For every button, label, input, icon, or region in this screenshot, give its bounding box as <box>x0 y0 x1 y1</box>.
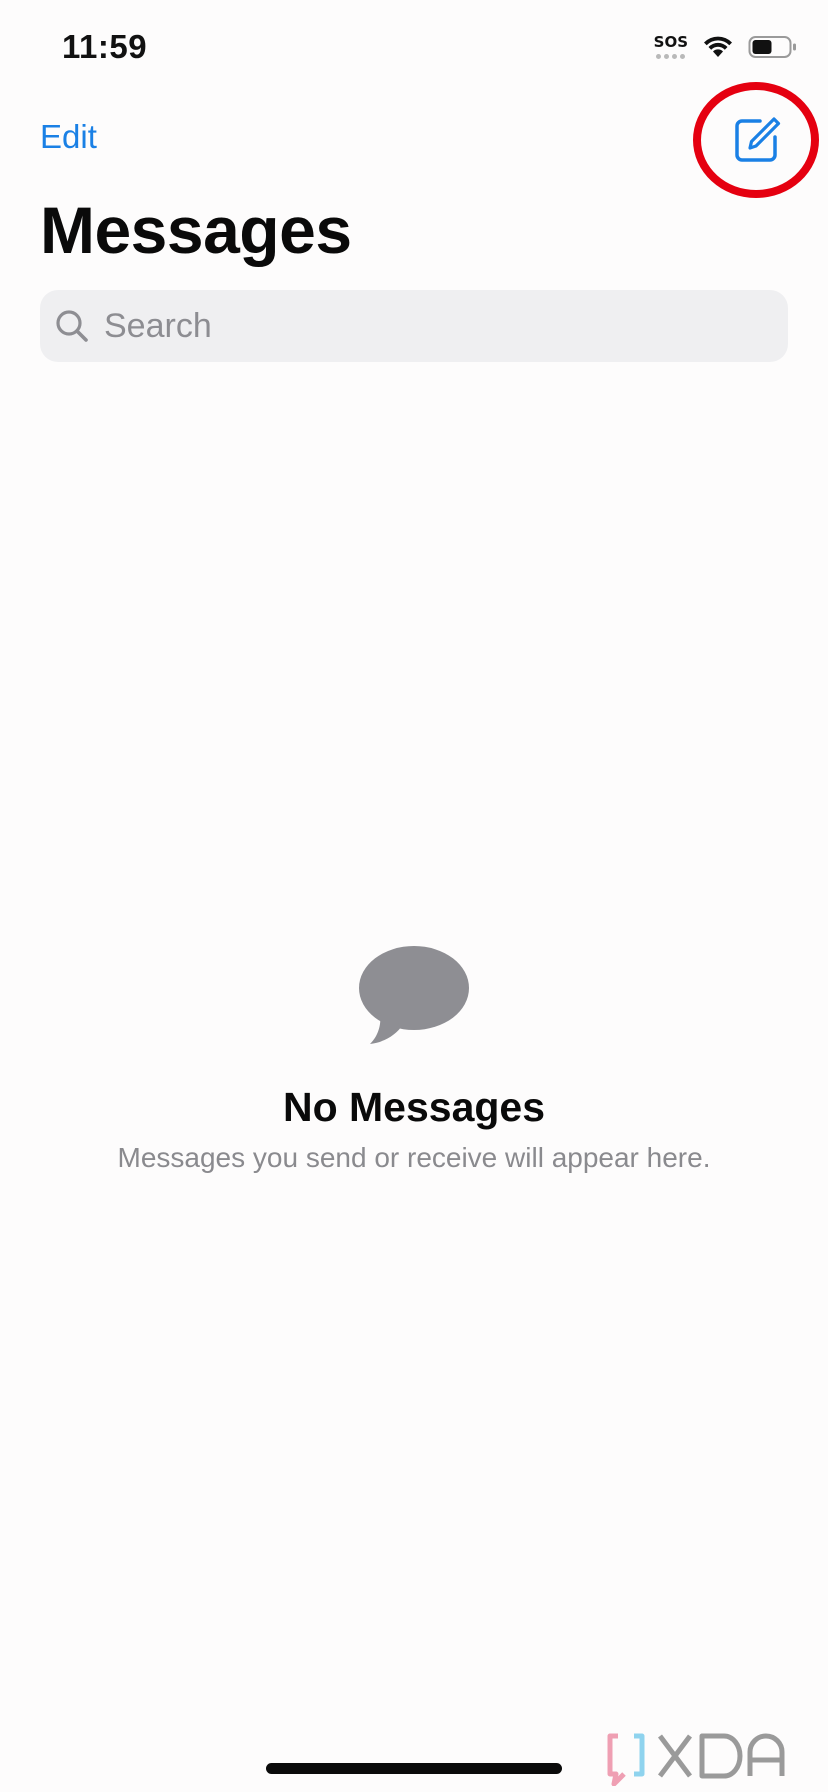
status-time: 11:59 <box>62 28 148 65</box>
messages-screen: 11:59 SOS Edit Messages Search No Messag… <box>0 0 828 1792</box>
page-title: Messages <box>40 193 352 267</box>
compose-icon <box>735 117 781 162</box>
xda-watermark-logo <box>607 1733 785 1786</box>
status-icons: SOS <box>654 34 798 59</box>
speech-bubble-icon <box>359 946 469 1044</box>
empty-state-subtitle: Messages you send or receive will appear… <box>117 1142 711 1173</box>
edit-button[interactable]: Edit <box>40 118 97 156</box>
search-icon <box>54 308 90 344</box>
wifi-icon <box>704 36 732 57</box>
search-bar[interactable] <box>40 290 788 362</box>
empty-state-title: No Messages <box>282 1084 546 1130</box>
battery-icon <box>748 35 796 58</box>
home-indicator[interactable] <box>266 1763 562 1774</box>
cellular-sos-icon: SOS <box>654 34 688 59</box>
sos-label: SOS <box>653 33 688 51</box>
search-input[interactable] <box>102 305 746 347</box>
compose-button[interactable] <box>730 112 784 166</box>
